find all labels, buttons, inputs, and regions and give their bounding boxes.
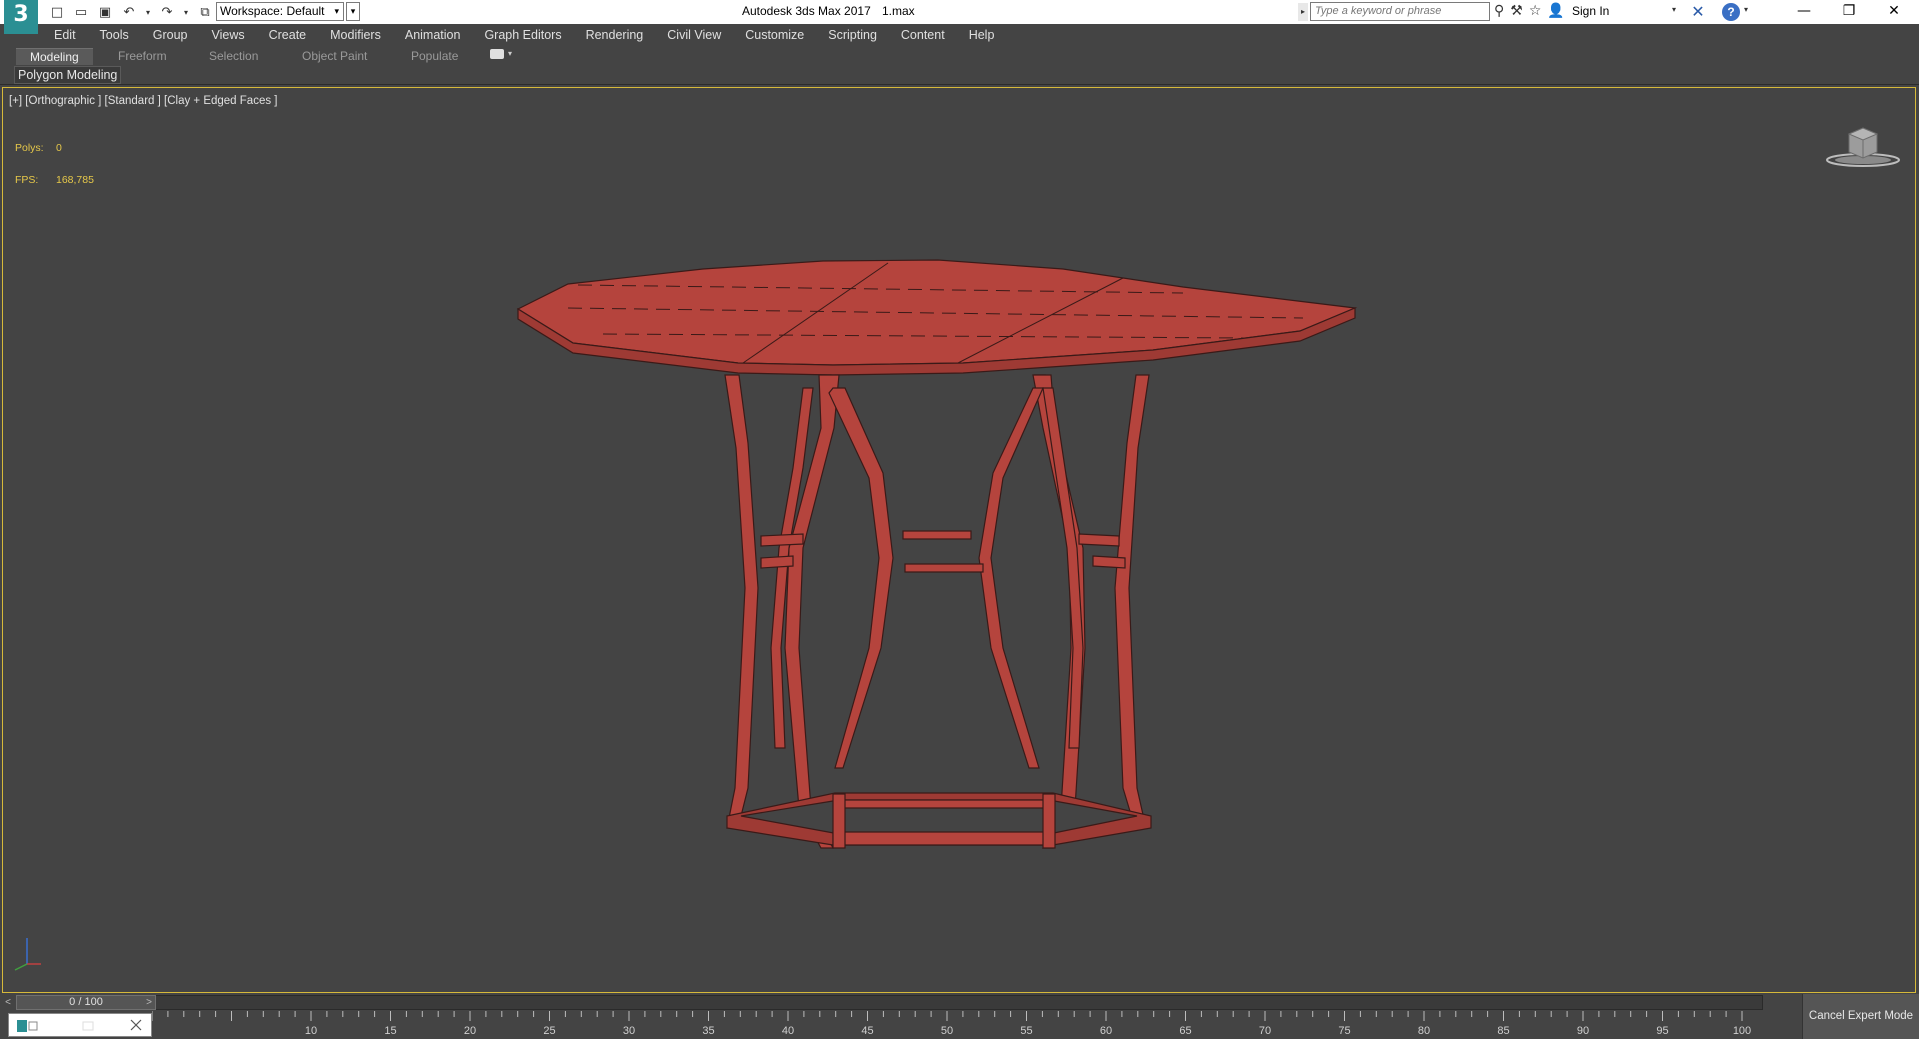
axis-tripod-icon [14,938,41,971]
ruler-tick-label: 40 [782,1025,794,1037]
file-name: 1.max [882,4,915,18]
app-title: Autodesk 3ds Max 2017 [742,4,871,18]
search-expand-icon[interactable]: ▸ [1298,3,1308,21]
minimize-button[interactable]: — [1781,0,1827,24]
ruler-tick-label: 15 [384,1025,396,1037]
table-model[interactable] [3,88,1917,994]
menu-rendering[interactable]: Rendering [586,28,644,42]
redo-icon[interactable]: ↷ [158,4,176,20]
infocenter-icons: ⚲ ⚒ ☆ 👤 [1494,3,1565,19]
ruler-tick-label: 55 [1020,1025,1032,1037]
time-slider-track[interactable] [16,995,1763,1010]
mini-listener-icons [17,1019,142,1032]
subscription-icon[interactable]: ⚒ [1510,3,1523,19]
frame-ruler[interactable]: 10 15 20 25 30 35 40 45 50 55 60 65 70 75 80 85 90 95 100 [152,1011,1752,1039]
app-logo[interactable]: 3 [4,0,38,34]
ruler-tick-label: 65 [1179,1025,1191,1037]
close-button[interactable]: ✕ [1871,0,1917,24]
binoculars-icon[interactable]: ⚲ [1494,3,1504,19]
favorites-star-icon[interactable]: ☆ [1529,3,1542,19]
time-slider-thumb[interactable]: 0 / 100 [16,995,156,1010]
menu-edit[interactable]: Edit [54,28,76,42]
menu-views[interactable]: Views [211,28,244,42]
menu-content[interactable]: Content [901,28,945,42]
ruler-tick-label: 95 [1656,1025,1668,1037]
ruler-tick-label: 85 [1497,1025,1509,1037]
undo-dropdown-icon[interactable]: ▾ [144,4,152,20]
track-bar[interactable]: 10 15 20 25 30 35 40 45 50 55 60 65 70 75 80 85 90 95 100 [0,1011,1800,1039]
menu-modifiers[interactable]: Modifiers [330,28,381,42]
help-dropdown-icon[interactable]: ▾ [1744,5,1748,14]
undo-icon[interactable]: ↶ [120,4,138,20]
project-folder-icon[interactable]: ⧉ [196,4,214,20]
restore-button[interactable]: ❐ [1826,0,1872,24]
new-file-icon[interactable]: □ [48,4,66,20]
ruler-tick-label: 60 [1100,1025,1112,1037]
cancel-expert-mode-button[interactable]: Cancel Expert Mode [1802,994,1919,1039]
ribbon-panel-row: Polygon Modeling [0,66,1919,85]
time-slider-bar: < 0 / 100 > [0,994,1800,1011]
save-file-icon[interactable]: ▣ [96,4,114,20]
maxscript-mini-listener[interactable] [8,1013,152,1037]
ruler-tick-label: 80 [1418,1025,1430,1037]
ruler-tick-label: 25 [543,1025,555,1037]
sign-in-dropdown-icon[interactable]: ▾ [1672,5,1676,14]
menu-scripting[interactable]: Scripting [828,28,877,42]
ruler-tick-label: 30 [623,1025,635,1037]
help-icon[interactable]: ? [1722,3,1740,21]
time-prev-icon[interactable]: < [1,995,15,1010]
ruler-tick-label: 100 [1733,1025,1751,1037]
menu-bar: Edit Tools Group Views Create Modifiers … [0,24,1919,46]
tab-populate[interactable]: Populate [411,48,458,65]
redo-dropdown-icon[interactable]: ▾ [182,4,190,20]
ruler-tick-label: 35 [702,1025,714,1037]
ruler-tick-label: 50 [941,1025,953,1037]
chevron-down-icon: ▾ [334,6,339,16]
menu-civil-view[interactable]: Civil View [667,28,721,42]
quick-access-customize-icon[interactable]: ▾ [346,2,360,21]
open-file-icon[interactable]: ▭ [72,4,90,20]
search-input[interactable]: Type a keyword or phrase [1310,2,1490,21]
sign-in-button[interactable]: Sign In [1572,4,1609,18]
menu-customize[interactable]: Customize [745,28,804,42]
ruler-tick-label: 90 [1577,1025,1589,1037]
ruler-tick-label: 70 [1259,1025,1271,1037]
user-icon[interactable]: 👤 [1547,3,1564,19]
menu-graph-editors[interactable]: Graph Editors [484,28,561,42]
ruler-tick-label: 45 [861,1025,873,1037]
time-next-icon[interactable]: > [142,995,156,1010]
tab-modeling[interactable]: Modeling [16,48,93,65]
autodesk-exchange-icon[interactable]: ✕ [1688,2,1708,22]
tab-object-paint[interactable]: Object Paint [302,48,367,65]
menu-create[interactable]: Create [269,28,307,42]
tab-selection[interactable]: Selection [209,48,258,65]
ribbon-tabs: Modeling Freeform Selection Object Paint… [0,46,1919,66]
ribbon-toggle-icon[interactable] [490,49,504,59]
workspace-select[interactable]: Workspace: Default ▾ [216,2,344,21]
polygon-modeling-panel[interactable]: Polygon Modeling [14,66,122,84]
ruler-tick-label: 10 [305,1025,317,1037]
menu-tools[interactable]: Tools [100,28,129,42]
ruler-tick-label: 75 [1338,1025,1350,1037]
search-placeholder: Type a keyword or phrase [1315,5,1442,17]
menu-animation[interactable]: Animation [405,28,461,42]
workspace-select-value: Workspace: Default [220,4,325,18]
menu-help[interactable]: Help [969,28,995,42]
quick-access-toolbar: □ ▭ ▣ ↶ ▾ ↷ ▾ ⧉ [48,3,214,21]
tab-freeform[interactable]: Freeform [118,48,167,65]
title-bar: 3 □ ▭ ▣ ↶ ▾ ↷ ▾ ⧉ Workspace: Default ▾ ▾… [0,0,1919,34]
menu-group[interactable]: Group [153,28,188,42]
viewport-orthographic[interactable]: [+] [Orthographic ] [Standard ] [Clay + … [2,87,1916,993]
ribbon-dropdown-icon[interactable]: ▾ [508,49,512,58]
ruler-tick-label: 20 [464,1025,476,1037]
